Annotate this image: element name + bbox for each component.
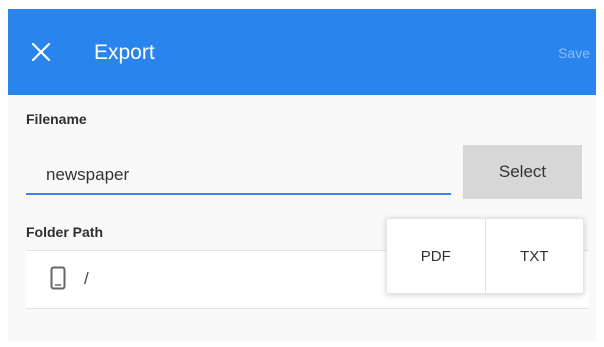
- dialog-title: Export: [94, 41, 155, 64]
- export-dialog: Export Save Filename Select Folder Path …: [8, 9, 596, 342]
- phone-icon: [50, 266, 66, 290]
- format-option-txt[interactable]: TXT: [484, 219, 584, 293]
- format-menu: PDF TXT: [386, 218, 584, 294]
- close-button[interactable]: [26, 37, 56, 67]
- close-icon: [31, 42, 51, 62]
- screen: Export Save Filename Select Folder Path …: [0, 0, 604, 347]
- outer-margin-left: [0, 0, 8, 347]
- folder-path-value: /: [84, 269, 89, 288]
- folder-path-label: Folder Path: [26, 224, 104, 240]
- outer-margin-right: [596, 0, 604, 347]
- save-button[interactable]: Save: [558, 45, 590, 61]
- outer-margin-top: [0, 0, 604, 9]
- outer-margin-bottom: [0, 342, 604, 347]
- filename-label: Filename: [26, 111, 87, 127]
- dialog-header: Export Save: [8, 9, 596, 95]
- select-button[interactable]: Select: [463, 145, 582, 199]
- format-option-pdf[interactable]: PDF: [387, 219, 485, 293]
- filename-field[interactable]: [26, 156, 451, 195]
